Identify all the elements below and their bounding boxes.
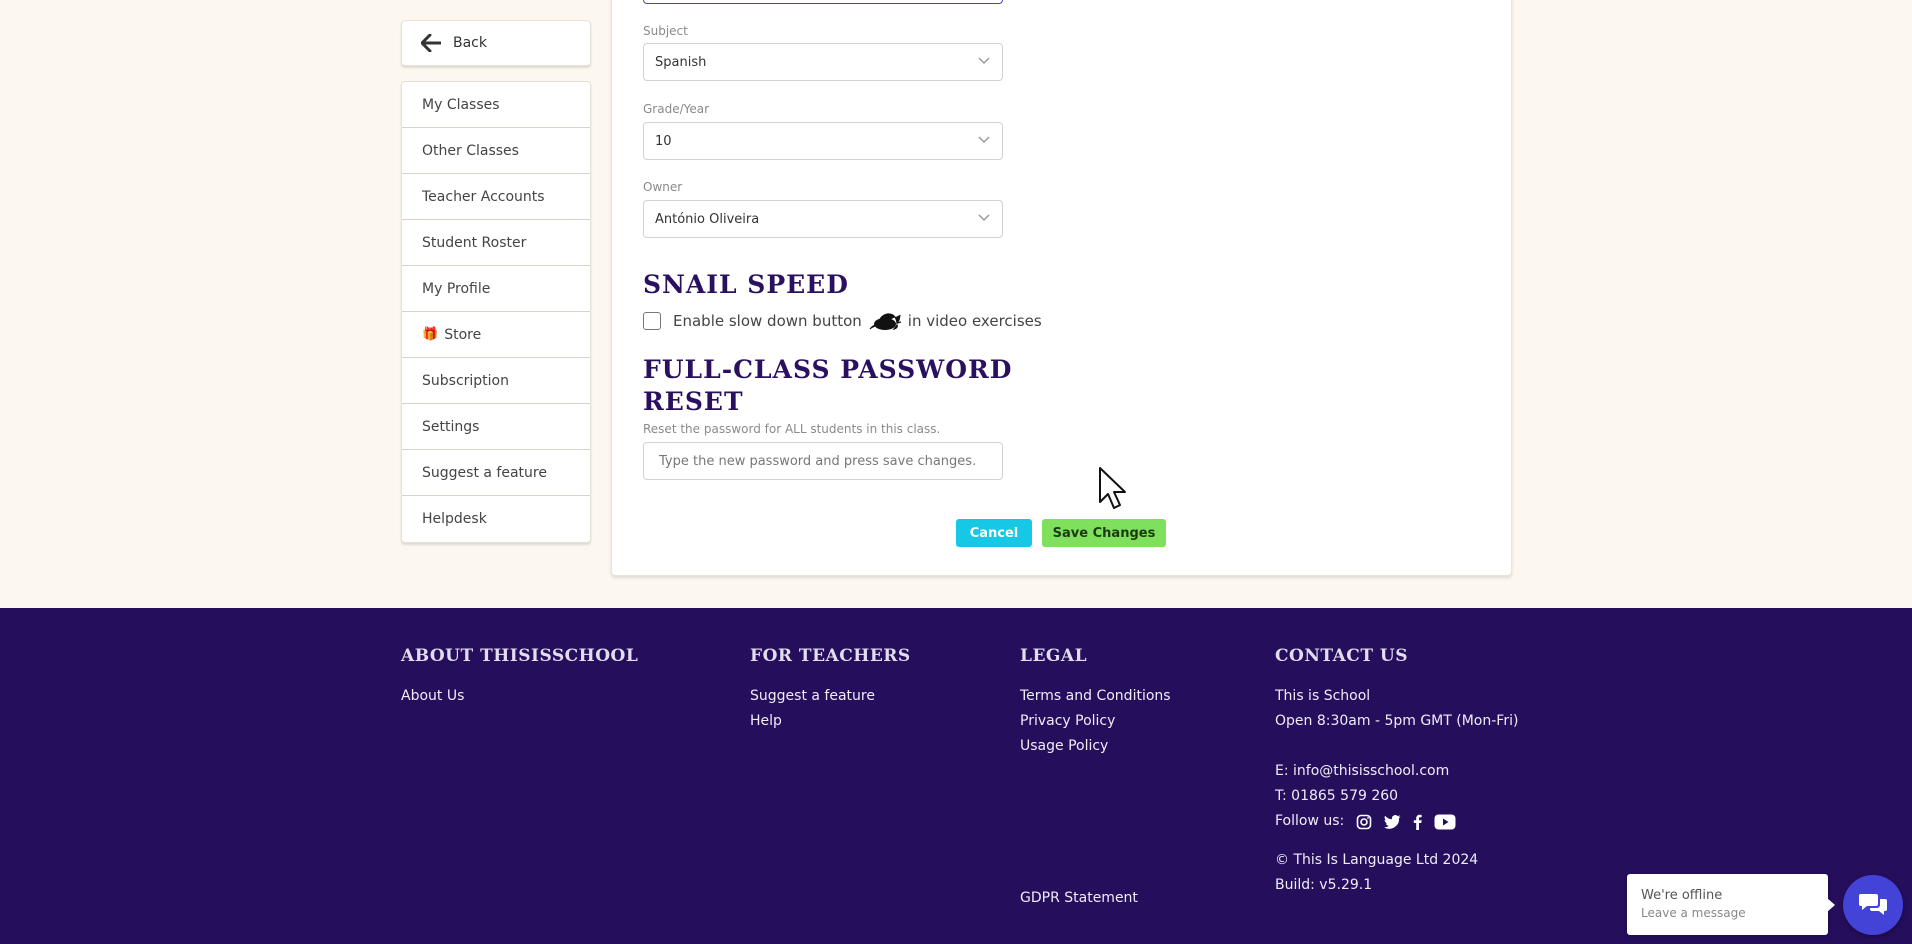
snail-speed-checkbox[interactable] [643,312,661,330]
focused-input-edge[interactable] [643,0,1003,4]
owner-label: Owner [643,180,683,194]
footer-link-privacy[interactable]: Privacy Policy [1020,709,1171,734]
sidebar-item-label: Teacher Accounts [422,188,545,205]
copyright: © This Is Language Ltd 2024 [1275,852,1479,868]
grade-value: 10 [655,133,672,149]
sidebar-item-label: Subscription [422,372,509,389]
owner-value: António Oliveira [655,211,760,227]
owner-select[interactable]: António Oliveira [643,200,1003,238]
footer-link-suggest-feature[interactable]: Suggest a feature [750,684,911,709]
chevron-down-icon [978,57,990,65]
grade-label: Grade/Year [643,102,710,116]
subject-label: Subject [643,24,688,38]
cancel-button[interactable]: Cancel [956,519,1032,547]
snail-speed-heading: Snail Speed [643,270,849,299]
snail-icon [869,313,901,330]
sidebar-item-teacher-accounts[interactable]: Teacher Accounts [402,174,590,220]
footer-link-usage[interactable]: Usage Policy [1020,734,1171,759]
grade-select[interactable]: 10 [643,122,1003,160]
sidebar-menu: My Classes Other Classes Teacher Account… [401,81,591,543]
social-row: Follow us: [1275,809,1518,834]
sidebar-item-my-profile[interactable]: My Profile [402,266,590,312]
footer: About ThisIsSchool About Us For Teachers… [0,608,1912,944]
build-version: Build: v5.29.1 [1275,877,1373,893]
contact-phone: T: 01865 579 260 [1275,788,1399,804]
footer-contact-heading: Contact Us [1275,646,1408,666]
sidebar-item-label: Settings [422,418,480,435]
mouse-cursor-icon [1099,467,1126,509]
contact-email[interactable]: E: info@thisisschool.com [1275,759,1518,784]
footer-about-heading: About ThisIsSchool [401,646,639,666]
chat-offline-bubble[interactable]: We're offline Leave a message [1627,874,1835,935]
contact-hours: Open 8:30am - 5pm GMT (Mon-Fri) [1275,713,1519,729]
footer-legal: Legal Terms and Conditions Privacy Polic… [1020,646,1171,759]
sidebar-item-label: Other Classes [422,142,519,159]
password-reset-description: Reset the password for ALL students in t… [643,422,941,436]
footer-about: About ThisIsSchool About Us [401,646,638,709]
sidebar-item-settings[interactable]: Settings [402,404,590,450]
sidebar-item-label: My Classes [422,96,500,113]
sidebar-item-other-classes[interactable]: Other Classes [402,128,590,174]
sidebar-item-label: My Profile [422,280,491,297]
facebook-icon[interactable] [1413,814,1422,830]
footer-teachers-heading: For Teachers [750,646,911,666]
sidebar-item-label: Student Roster [422,234,527,251]
footer-link-terms[interactable]: Terms and Conditions [1020,684,1171,709]
footer-link-help[interactable]: Help [750,709,911,734]
back-label: Back [453,35,487,51]
footer-teachers: For Teachers Suggest a feature Help [750,646,911,734]
twitter-icon[interactable] [1384,814,1401,829]
sidebar: Back My Classes Other Classes Teacher Ac… [401,20,591,543]
sidebar-item-label: Store [444,326,482,343]
subject-value: Spanish [655,54,707,70]
chevron-down-icon [978,136,990,144]
youtube-icon[interactable] [1434,814,1456,830]
footer-link-gdpr[interactable]: GDPR Statement [1020,890,1138,906]
footer-legal-heading: Legal [1020,646,1088,666]
sidebar-item-label: Suggest a feature [422,464,547,481]
subject-select[interactable]: Spanish [643,43,1003,81]
chat-launcher-button[interactable] [1843,875,1903,935]
snail-speed-text-after: in video exercises [907,312,1042,330]
save-changes-button[interactable]: Save Changes [1042,519,1166,547]
chat-icon [1859,894,1887,915]
snail-speed-text-before: Enable slow down button [673,312,862,330]
sidebar-item-label: Helpdesk [422,511,487,527]
snail-speed-row: Enable slow down button in video exercis… [643,311,1042,331]
footer-contact: Contact Us This is School Open 8:30am - … [1275,646,1518,898]
back-button[interactable]: Back [401,20,591,66]
password-reset-heading: Full-Class Password Reset [643,355,1013,416]
new-password-input[interactable] [643,442,1003,480]
instagram-icon[interactable] [1356,814,1372,830]
chat-title: We're offline [1641,888,1723,903]
arrow-left-icon [421,34,441,52]
contact-name: This is School [1275,688,1371,704]
sidebar-item-my-classes[interactable]: My Classes [402,82,590,128]
sidebar-item-subscription[interactable]: Subscription [402,358,590,404]
follow-us-label: Follow us: [1275,813,1345,829]
sidebar-item-store[interactable]: 🎁 Store [402,312,590,358]
sidebar-item-helpdesk[interactable]: Helpdesk [402,496,590,542]
sidebar-item-suggest-feature[interactable]: Suggest a feature [402,450,590,496]
sidebar-item-student-roster[interactable]: Student Roster [402,220,590,266]
chevron-down-icon [978,214,990,222]
footer-link-about-us[interactable]: About Us [401,684,638,709]
gift-icon: 🎁 [422,327,439,342]
chat-subtitle: Leave a message [1641,906,1746,920]
